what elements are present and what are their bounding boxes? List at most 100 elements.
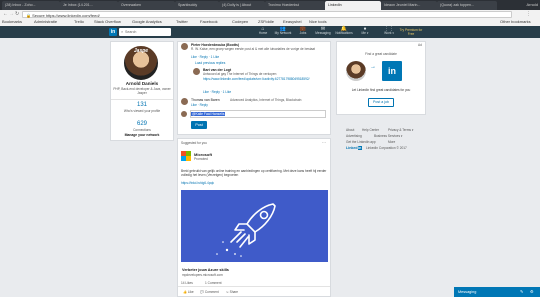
nav-label: Jobs [299, 31, 307, 35]
post-image[interactable] [181, 190, 328, 262]
reload-icon[interactable]: ↻ [15, 11, 19, 18]
browser-tab[interactable]: Ideaon Jeuniel Marin... [381, 1, 437, 10]
suggested-label: Suggested for you [181, 141, 207, 145]
bookmark-item[interactable]: Codepen [232, 19, 248, 24]
profile-views-label[interactable]: Who's viewed your profile [111, 109, 173, 113]
footer-link-app[interactable]: Get the LinkedIn app [346, 140, 376, 144]
arrow-right-icon: → [370, 64, 376, 70]
nav-jobs[interactable]: 💼 Jobs [292, 27, 314, 36]
comment-input-value: @Kalle Faal Hanselis [191, 112, 226, 116]
ad-promo-text: Let LinkedIn find great candidates for y… [351, 88, 411, 92]
comment-actions[interactable]: Like · Reply [191, 103, 208, 107]
search-icon: ⌕ [121, 29, 124, 34]
url-text: Secure https://www.linkedin.com/feed/ [32, 13, 100, 18]
comment-input[interactable]: @Kalle Faal Hanselis [190, 110, 326, 118]
footer-brand-text: Linked [346, 146, 358, 150]
comment-text: Advanced Analytics, Internet of Things, … [230, 98, 302, 102]
back-icon[interactable]: ← [3, 11, 8, 18]
nav-notifications[interactable]: 🔔 Notifications [333, 27, 355, 36]
nav-my-network[interactable]: 👥 My Network [272, 27, 294, 36]
search-placeholder: Search [125, 30, 137, 34]
nav-label: Messaging [315, 31, 331, 35]
browser-tab[interactable]: Overzwaken [118, 1, 175, 10]
nav-label: My Network [274, 31, 292, 35]
likes-count[interactable]: 14 Likes [181, 281, 193, 285]
comment-link[interactable]: https://www.linkedin.com/feed/update/urn… [203, 77, 321, 81]
rocket-icon [181, 190, 328, 262]
comment-button[interactable]: 💬 Comment [200, 290, 219, 294]
comments-count[interactable]: 1 Comment [205, 281, 221, 285]
browser-tab-active[interactable]: LinkedIn [325, 1, 381, 10]
avatar[interactable] [181, 98, 188, 105]
bookmark-item[interactable]: Google Analytics [132, 19, 162, 24]
footer-link-help[interactable]: Help Center [362, 128, 379, 132]
load-previous-replies[interactable]: Load previous replies [195, 61, 225, 65]
post-body-link[interactable]: https://lnkd.in/dg6-4pqk [181, 181, 214, 185]
nav-work[interactable]: ⋮⋮ Work ▾ [378, 27, 400, 36]
microsoft-logo-icon[interactable] [181, 151, 191, 161]
comment-actions[interactable]: Like · Reply · 1 Like [203, 90, 231, 94]
browser-tab[interactable]: Sparkbuddy [175, 1, 219, 10]
bookmark-item[interactable]: Stack Overflow [94, 19, 121, 24]
footer-link-about[interactable]: About [346, 128, 354, 132]
avatar[interactable] [181, 43, 188, 50]
bookmark-item[interactable]: Facebook [200, 19, 218, 24]
bookmark-item[interactable]: Nice tools [309, 19, 327, 24]
bookmark-item[interactable]: Trello [74, 19, 84, 24]
manage-network-link[interactable]: Manage your network [111, 133, 173, 137]
settings-icon[interactable]: ⚙ [530, 287, 534, 297]
browser-tab[interactable]: Je Inbox (14.201... [60, 1, 118, 10]
avatar[interactable] [193, 68, 200, 75]
footer-link-advertising[interactable]: Advertising [346, 134, 362, 138]
post-body: Breid gebruikt van gelijk online trainin… [181, 169, 327, 177]
share-button[interactable]: ↪ Share [226, 290, 238, 294]
nav-label: Home [258, 31, 268, 35]
post-job-button[interactable]: Post a job [368, 98, 394, 107]
ad-hint: Find a great candidate [365, 52, 397, 56]
compose-icon[interactable]: ✎ [520, 287, 523, 297]
bookmark-item-other[interactable]: Other bookmarks [500, 19, 531, 24]
bookmark-item[interactable]: ZSFiddle [258, 19, 274, 24]
forward-icon[interactable]: → [9, 11, 14, 18]
linkedin-logo[interactable]: in [109, 28, 117, 36]
footer-link-privacy[interactable]: Privacy & Terms ▾ [388, 128, 413, 132]
menu-icon[interactable]: ⋮ [526, 11, 531, 18]
browser-tab[interactable]: (4) Dolly is | About [219, 1, 265, 10]
search-input[interactable]: Search [119, 28, 171, 36]
profile-photo[interactable]: Jaspe [123, 45, 159, 81]
like-button[interactable]: 👍 Like [183, 290, 194, 294]
profile-name[interactable]: Arnold Daniels [111, 81, 173, 86]
link-title[interactable]: Verbeter jouw Azure skills [182, 268, 322, 272]
nav-label: Notifications [335, 31, 353, 35]
logo-square [181, 151, 186, 156]
post-button[interactable]: Post [191, 121, 207, 129]
comment-label: Comment [204, 290, 219, 294]
browser-tab[interactable]: (Quora) zak toppen... [437, 1, 497, 10]
footer-link-business[interactable]: Business Services ▾ [374, 134, 403, 138]
nav-me[interactable]: ● Me ▾ [354, 27, 376, 36]
nav-home[interactable]: ⌂ Home [252, 27, 274, 36]
messaging-label: Messaging [458, 290, 477, 294]
url-input[interactable]: 🔒 Secure https://www.linkedin.com/feed/ [22, 11, 512, 18]
footer-link-more[interactable]: More [388, 140, 395, 144]
more-options-icon[interactable]: ⋯ [322, 140, 326, 145]
logo-square [186, 156, 191, 161]
bookmark-item[interactable]: Eeasyshel [283, 19, 301, 24]
profile-views-count[interactable]: 131 [111, 102, 173, 108]
bookmark-item[interactable]: Twitter [176, 19, 188, 24]
bookmark-item[interactable]: Bookmarks [2, 19, 22, 24]
browser-tab[interactable]: Trovimo Hoedenbui [265, 1, 325, 10]
comment-text: Antwoord at gay The Internet of Things d… [203, 72, 277, 76]
linkedin-in-icon: in [357, 146, 362, 150]
comment-text: R. W. Kalse, een groep wegen eerste post… [191, 47, 316, 51]
browser-tab[interactable]: (28) Inbox - Zoho... [2, 1, 60, 10]
nav-messaging[interactable]: ✉ Messaging [312, 27, 334, 36]
connections-count[interactable]: 629 [111, 121, 173, 127]
messaging-dock[interactable]: Messaging [454, 287, 540, 297]
footer-brand: Linkedin [346, 146, 362, 150]
footer-copyright: LinkedIn Corporation © 2017 [366, 146, 407, 150]
comment-actions[interactable]: Like · Reply · 1 Like [191, 55, 219, 59]
bookmark-item[interactable]: Administratie [34, 19, 57, 24]
nav-premium[interactable]: Try Premium for Free [398, 28, 424, 36]
nav-label: Me ▾ [361, 31, 369, 35]
